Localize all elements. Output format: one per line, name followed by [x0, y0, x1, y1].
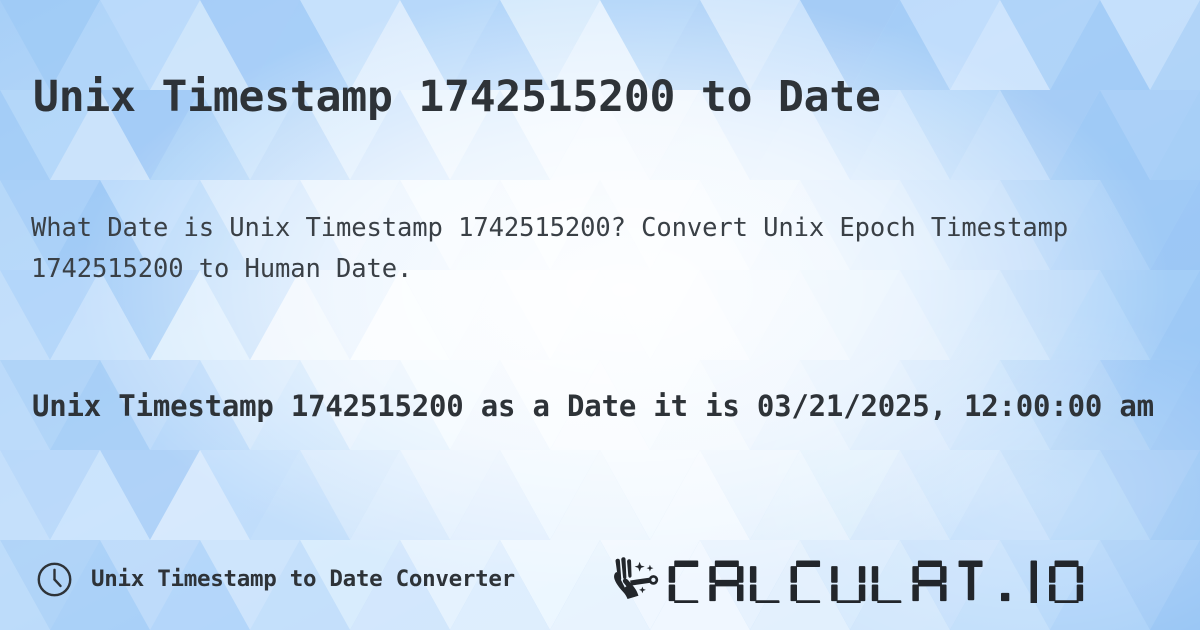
footer-left-group: Unix Timestamp to Date Converter [36, 548, 515, 610]
hand-magic-wand-icon [614, 557, 659, 599]
answer-text: Unix Timestamp 1742515200 as a Date it i… [32, 389, 1154, 423]
content-area: Unix Timestamp 1742515200 to Date What D… [0, 0, 1200, 630]
page-description: What Date is Unix Timestamp 1742515200? … [31, 212, 1069, 284]
clock-icon [37, 562, 72, 596]
page-title: Unix Timestamp 1742515200 to Date [33, 71, 881, 122]
brand-logo[interactable]: CALCULAT.IO [611, 552, 1182, 606]
brand-name: CALCULAT.IO [668, 560, 1084, 603]
footer: Unix Timestamp to Date Converter [0, 548, 1200, 610]
og-image-card: Unix Timestamp 1742515200 to Date What D… [0, 0, 1200, 630]
footer-label: Unix Timestamp to Date Converter [91, 566, 515, 592]
